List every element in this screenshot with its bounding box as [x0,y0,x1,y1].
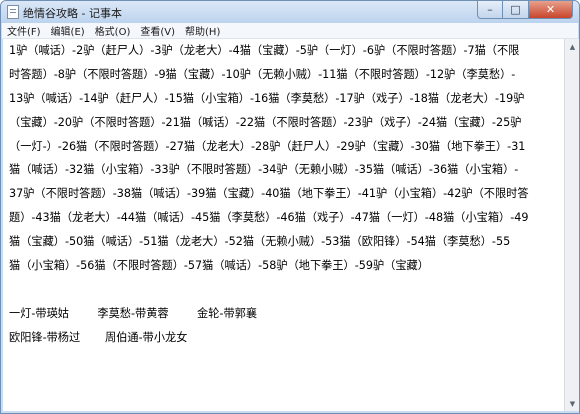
text-line: 13驴（喊话）-14驴（赶尸人）-15猫（小宝箱）-16猫（李莫愁）-17驴（戏… [9,91,525,105]
text-line: 一灯-带瑛姑 李莫愁-带黄蓉 金轮-带郭襄 [9,306,258,320]
text-line: 猫（小宝箱）-56猫（不限时答题）-57猫（喊话）-58驴（地下拳王）-59驴（… [9,259,429,273]
text-line: 37驴（不限时答题）-38猫（喊话）-39猫（宝藏）-40猫（地下拳王）-41驴… [9,187,529,201]
text-line: 猫（喊话）-32猫（小宝箱）-33驴（不限时答题）-34驴（无赖小贼）-35猫（… [9,163,519,177]
menu-view[interactable]: 查看(V) [135,23,180,38]
maximize-button[interactable]: □ [503,1,529,19]
minimize-button[interactable]: – [477,1,503,19]
menu-format[interactable]: 格式(O) [90,23,136,38]
window-title: 绝情谷攻略 - 记事本 [23,7,122,20]
menu-file[interactable]: 文件(F) [2,23,46,38]
vertical-scrollbar[interactable]: ▲ ▼ [564,39,579,411]
scroll-up-arrow-icon[interactable]: ▲ [565,39,579,54]
text-line: 猫（宝藏）-50猫（喊话）-51猫（龙老大）-52猫（无赖小贼）-53猫（欧阳锋… [9,235,511,249]
text-line: 题）-43猫（龙老大）-44猫（喊话）-45猫（李莫愁）-46猫（戏子）-47猫… [9,211,529,225]
scroll-down-arrow-icon[interactable]: ▼ [565,396,579,411]
caption-buttons: – □ ✕ [477,1,573,20]
text-editor[interactable]: 1驴（喊话）-2驴（赶尸人）-3驴（龙老大）-4猫（宝藏）-5驴（一灯）-6驴（… [3,39,564,411]
minimize-icon: – [487,3,493,16]
maximize-icon: □ [510,3,521,16]
text-line: 时答题）-8驴（不限时答题）-9猫（宝藏）-10驴（无赖小贼）-11猫（不限时答… [9,67,516,81]
text-line: 1驴（喊话）-2驴（赶尸人）-3驴（龙老大）-4猫（宝藏）-5驴（一灯）-6驴（… [9,44,520,57]
menu-help[interactable]: 帮助(H) [180,23,225,38]
text-line: 欧阳锋-带杨过 周伯通-带小龙女 [9,330,188,344]
close-icon: ✕ [545,3,556,16]
close-button[interactable]: ✕ [529,1,573,19]
notepad-app-icon [7,5,19,19]
text-line: （宝藏）-20驴（不限时答题）-21猫（喊话）-22猫（不限时答题）-23驴（戏… [9,115,522,129]
document-text[interactable]: 1驴（喊话）-2驴（赶尸人）-3驴（龙老大）-4猫（宝藏）-5驴（一灯）-6驴（… [9,39,561,350]
text-line: （一灯-）-26猫（不限时答题）-27猫（龙老大）-28驴（赶尸人）-29驴（宝… [9,139,526,153]
title-bar[interactable]: 绝情谷攻略 - 记事本 – □ ✕ [1,1,579,23]
menu-edit[interactable]: 编辑(E) [46,23,90,38]
menu-bar: 文件(F) 编辑(E) 格式(O) 查看(V) 帮助(H) [2,23,578,39]
notepad-window: 绝情谷攻略 - 记事本 – □ ✕ 文件(F) 编辑(E) 格式(O) 查看(V… [0,0,580,414]
